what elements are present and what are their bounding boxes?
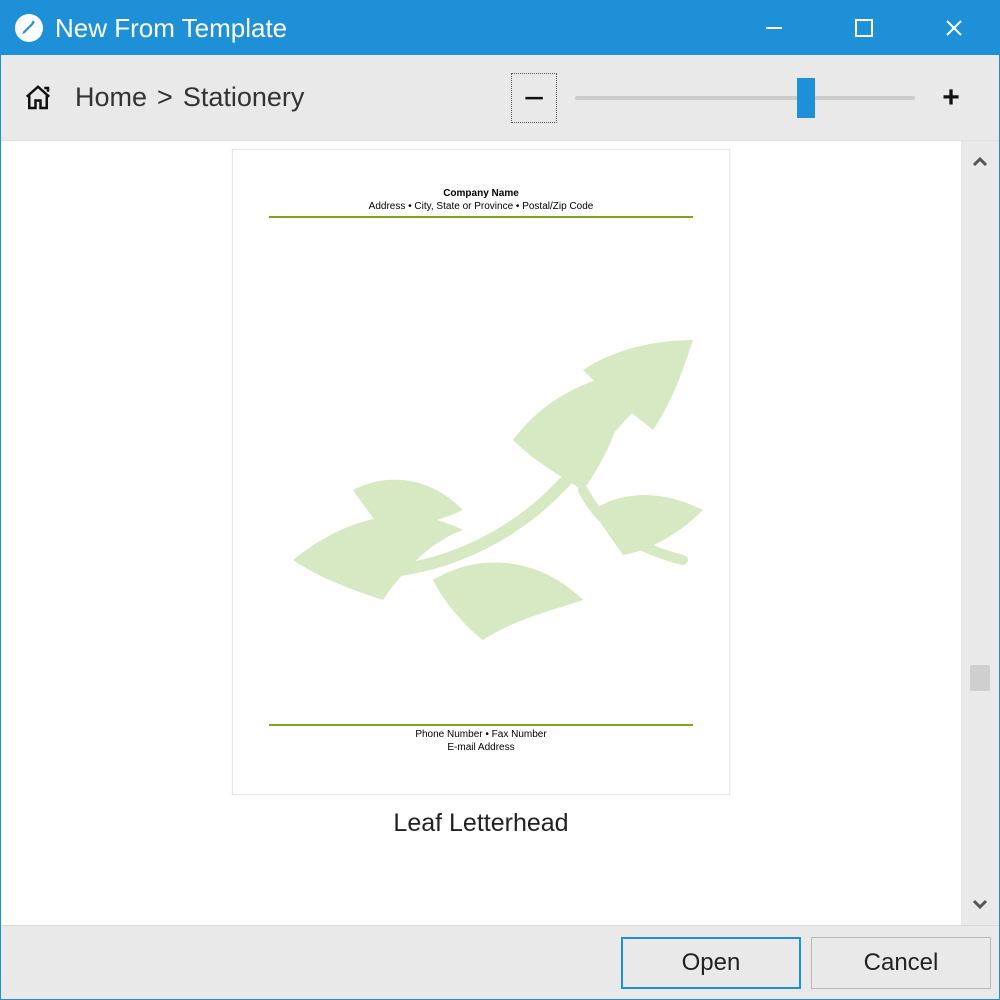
scroll-up-icon[interactable] xyxy=(967,149,993,175)
toolbar: Home > Stationery − + xyxy=(1,55,999,141)
zoom-slider-thumb[interactable] xyxy=(797,78,815,118)
maximize-button[interactable] xyxy=(819,1,909,55)
template-gallery: Company Name Address • City, State or Pr… xyxy=(1,141,961,925)
preview-header: Company Name Address • City, State or Pr… xyxy=(269,188,693,218)
preview-email: E-mail Address xyxy=(269,742,693,755)
breadcrumb-home-link[interactable]: Home xyxy=(75,82,147,113)
minimize-button[interactable] xyxy=(729,1,819,55)
scroll-down-icon[interactable] xyxy=(967,891,993,917)
template-name-label: Leaf Letterhead xyxy=(393,809,568,838)
breadcrumb-separator: > xyxy=(157,82,173,113)
zoom-controls: − + xyxy=(511,73,969,123)
leaf-icon xyxy=(283,340,703,670)
breadcrumb-current: Stationery xyxy=(183,82,305,113)
zoom-out-button[interactable]: − xyxy=(511,73,557,123)
preview-phone-fax: Phone Number • Fax Number xyxy=(269,729,693,742)
zoom-in-button[interactable]: + xyxy=(933,80,969,116)
home-icon[interactable] xyxy=(23,83,53,113)
zoom-slider[interactable] xyxy=(575,84,915,112)
content-area: Company Name Address • City, State or Pr… xyxy=(1,141,999,925)
zoom-slider-track xyxy=(575,96,915,100)
open-button[interactable]: Open xyxy=(621,937,801,989)
preview-bottom-rule xyxy=(269,724,693,726)
window: New From Template Home > Stationery − xyxy=(0,0,1000,1000)
scrollbar-track[interactable] xyxy=(970,175,990,891)
cancel-button[interactable]: Cancel xyxy=(811,937,991,989)
template-item[interactable]: Company Name Address • City, State or Pr… xyxy=(232,149,730,838)
titlebar: New From Template xyxy=(1,1,999,55)
scrollbar-thumb[interactable] xyxy=(970,665,990,691)
preview-top-rule xyxy=(269,216,693,218)
template-preview: Company Name Address • City, State or Pr… xyxy=(232,149,730,795)
window-title: New From Template xyxy=(55,13,287,44)
breadcrumb: Home > Stationery xyxy=(75,82,304,113)
close-button[interactable] xyxy=(909,1,999,55)
vertical-scrollbar[interactable] xyxy=(961,141,999,925)
dialog-footer: Open Cancel xyxy=(1,925,999,999)
app-icon xyxy=(15,14,43,42)
preview-company-name: Company Name xyxy=(269,188,693,201)
preview-footer: Phone Number • Fax Number E-mail Address xyxy=(269,721,693,754)
preview-address-line: Address • City, State or Province • Post… xyxy=(269,201,693,214)
